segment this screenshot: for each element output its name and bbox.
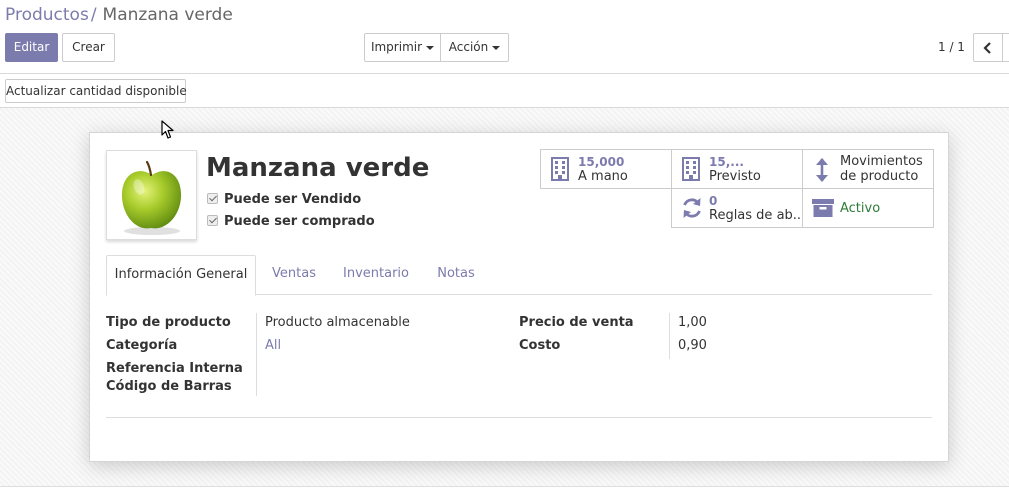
field-separator bbox=[669, 313, 670, 359]
status-bar: Actualizar cantidad disponible bbox=[0, 74, 1009, 108]
refresh-icon bbox=[683, 198, 701, 218]
forecast-label: Previsto bbox=[709, 169, 761, 184]
product-moves-line2: de producto bbox=[840, 169, 919, 184]
breadcrumb-current: Manzana verde bbox=[102, 5, 233, 25]
cost-label: Costo bbox=[519, 338, 561, 353]
breadcrumb-separator: / bbox=[90, 5, 97, 25]
chevron-left-icon bbox=[983, 42, 991, 54]
print-dropdown[interactable]: Imprimir bbox=[364, 33, 441, 62]
building-icon bbox=[682, 157, 700, 181]
product-image[interactable] bbox=[106, 150, 197, 240]
tab-inventory[interactable]: Inventario bbox=[334, 255, 418, 295]
print-label: Imprimir bbox=[370, 40, 423, 54]
tab-notes[interactable]: Notas bbox=[424, 255, 488, 295]
update-quantity-button[interactable]: Actualizar cantidad disponible bbox=[5, 79, 187, 103]
product-moves-line1: Movimientos bbox=[840, 154, 923, 169]
reorder-rules-button[interactable]: 0 Reglas de ab... bbox=[671, 188, 803, 228]
mouse-cursor-icon bbox=[161, 120, 174, 139]
forecast-button[interactable]: 15,... Previsto bbox=[671, 149, 803, 189]
form-divider bbox=[106, 417, 932, 418]
forecast-value: 15,... bbox=[709, 155, 744, 169]
tab-sales[interactable]: Ventas bbox=[262, 255, 326, 295]
category-link[interactable]: All bbox=[265, 338, 281, 353]
archive-icon bbox=[812, 199, 834, 217]
action-label: Acción bbox=[448, 40, 489, 54]
can-be-sold-label: Puede ser Vendido bbox=[224, 192, 362, 207]
control-panel: Productos / Manzana verde Editar Crear Imp… bbox=[0, 0, 1009, 74]
active-label: Activo bbox=[840, 201, 881, 216]
product-name: Manzana verde bbox=[206, 153, 430, 183]
action-dropdown[interactable]: Acción bbox=[440, 33, 509, 62]
building-icon bbox=[551, 157, 569, 181]
reorder-rules-value: 0 bbox=[709, 194, 718, 208]
can-be-sold-field: Puede ser Vendido bbox=[207, 192, 361, 207]
pager-next-button[interactable] bbox=[1002, 33, 1009, 62]
sale-price-label: Precio de venta bbox=[519, 315, 634, 330]
bottom-divider bbox=[0, 486, 1009, 499]
product-moves-button[interactable]: Movimientos de producto bbox=[802, 149, 934, 189]
on-hand-button[interactable]: 15,000 A mano bbox=[540, 149, 672, 189]
internal-reference-label: Referencia Interna bbox=[106, 361, 243, 376]
product-type-value[interactable]: Producto almacenable bbox=[265, 315, 410, 330]
field-separator bbox=[256, 313, 257, 396]
green-apple-image bbox=[121, 160, 182, 235]
edit-button[interactable]: Editar bbox=[5, 33, 58, 62]
notebook-tabs: Información General Ventas Inventario No… bbox=[106, 255, 932, 296]
vertical-arrows-icon bbox=[816, 158, 828, 182]
caret-down-icon bbox=[426, 45, 435, 50]
can-be-purchased-label: Puede ser comprado bbox=[224, 214, 375, 229]
barcode-label: Código de Barras bbox=[106, 379, 232, 394]
reorder-rules-label: Reglas de ab... bbox=[709, 208, 801, 223]
form-sheet: Manzana verde Puede ser Vendido Puede se… bbox=[89, 132, 949, 462]
cost-value[interactable]: 0,90 bbox=[678, 338, 707, 353]
breadcrumb: Productos / Manzana verde bbox=[5, 5, 233, 25]
can-be-purchased-checkbox[interactable] bbox=[207, 215, 218, 226]
caret-down-icon bbox=[492, 45, 501, 50]
pager-value[interactable]: 1 / 1 bbox=[938, 40, 965, 54]
can-be-sold-checkbox[interactable] bbox=[207, 193, 218, 204]
can-be-purchased-field: Puede ser comprado bbox=[207, 214, 375, 229]
product-type-label: Tipo de producto bbox=[106, 315, 231, 330]
on-hand-value: 15,000 bbox=[578, 155, 625, 169]
create-button[interactable]: Crear bbox=[62, 33, 115, 62]
sale-price-value[interactable]: 1,00 bbox=[678, 315, 707, 330]
active-toggle-button[interactable]: Activo bbox=[802, 188, 934, 228]
category-label: Categoría bbox=[106, 338, 178, 353]
tab-general-information[interactable]: Información General bbox=[106, 255, 256, 296]
on-hand-label: A mano bbox=[578, 169, 628, 184]
product-moves-label: Movimientos de producto bbox=[840, 154, 923, 184]
pager-previous-button[interactable] bbox=[973, 33, 1003, 62]
breadcrumb-link-products[interactable]: Productos bbox=[5, 5, 89, 25]
